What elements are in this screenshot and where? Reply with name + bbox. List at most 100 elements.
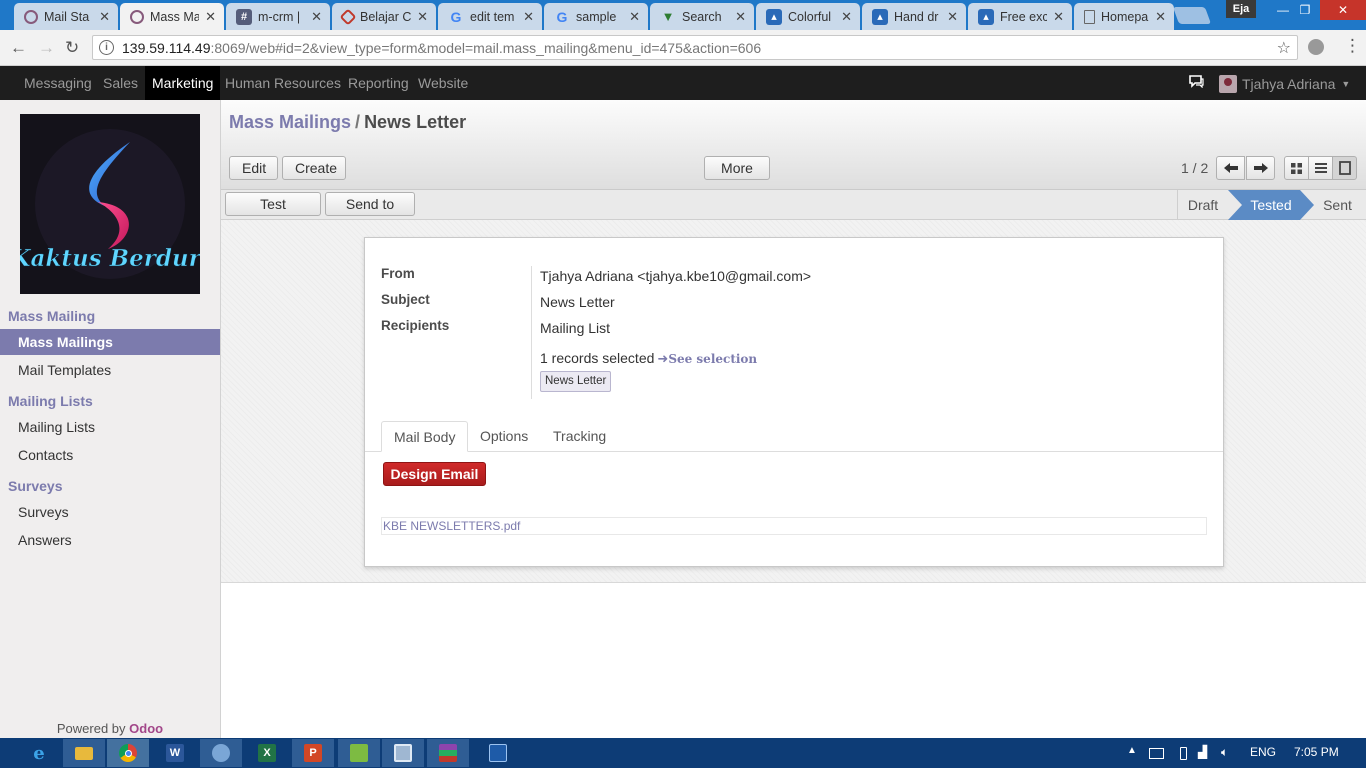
extension-icon[interactable]: [1308, 39, 1324, 55]
list-view-button[interactable]: [1308, 156, 1333, 180]
edit-button[interactable]: Edit: [229, 156, 278, 180]
browser-tab[interactable]: G sample ✕: [544, 3, 648, 30]
close-tab-icon[interactable]: ✕: [99, 9, 110, 25]
back-icon[interactable]: ←: [10, 38, 27, 58]
arrow-right-icon: ➜: [657, 351, 669, 366]
mailing-list-tag[interactable]: News Letter: [540, 371, 612, 392]
ie-icon[interactable]: e: [18, 739, 60, 767]
see-selection-link[interactable]: See selection: [668, 352, 757, 366]
volume-icon[interactable]: 🔈︎: [1221, 745, 1228, 760]
kanban-view-button[interactable]: [1284, 156, 1309, 180]
form-view-button[interactable]: [1332, 156, 1357, 180]
new-tab-button[interactable]: [1172, 7, 1212, 24]
tab-tracking[interactable]: Tracking: [541, 421, 618, 452]
browser-tab[interactable]: G edit tem ✕: [438, 3, 542, 30]
chevron-up-icon[interactable]: ▲: [1127, 745, 1137, 756]
word-icon[interactable]: W: [154, 739, 196, 767]
stage-tested[interactable]: Tested: [1242, 190, 1300, 220]
chat-icon[interactable]: [1189, 75, 1204, 88]
main-content: Mass Mailings / News Letter Edit Create Mo…: [221, 100, 1366, 738]
close-tab-icon[interactable]: ✕: [1053, 9, 1064, 25]
browser-tab-strip: Mail Sta ✕ Mass Ma ✕ # m-crm | ✕ Belajar C ✕…: [0, 0, 1366, 30]
window-icon[interactable]: [382, 739, 424, 767]
google-icon: G: [450, 8, 462, 25]
keyboard-icon[interactable]: [1149, 748, 1164, 759]
photos-icon[interactable]: [338, 739, 380, 767]
excel-icon[interactable]: X: [246, 739, 288, 767]
close-tab-icon[interactable]: ✕: [1155, 9, 1166, 25]
stage-sent[interactable]: Sent: [1315, 190, 1360, 220]
menu-human-resources[interactable]: Human Resources: [218, 66, 348, 100]
create-button[interactable]: Create: [282, 156, 346, 180]
tab-mail-body[interactable]: Mail Body: [381, 421, 469, 452]
battery-icon[interactable]: [1180, 747, 1187, 760]
sidebar-item-mass-mailings[interactable]: Mass Mailings: [0, 329, 220, 355]
attachment-link[interactable]: KBE NEWSLETTERS.pdf: [381, 517, 1207, 535]
menu-reporting[interactable]: Reporting: [341, 66, 416, 100]
close-tab-icon[interactable]: ✕: [417, 9, 428, 25]
window-close-icon[interactable]: ✕: [1320, 0, 1366, 20]
app-icon[interactable]: [477, 739, 519, 767]
odoo-icon: [130, 9, 144, 24]
browser-tab[interactable]: ▴ Colorful ✕: [756, 3, 860, 30]
clock[interactable]: 7:05 PM: [1294, 745, 1339, 759]
tab-options[interactable]: Options: [468, 421, 540, 452]
odoo-link[interactable]: Odoo: [129, 721, 163, 736]
sidebar-item-answers[interactable]: Answers: [0, 527, 220, 553]
google-icon: G: [556, 8, 568, 25]
design-email-button[interactable]: Design Email: [383, 462, 486, 486]
close-tab-icon[interactable]: ✕: [735, 9, 746, 25]
chrome-menu-icon[interactable]: ⋮: [1344, 36, 1361, 56]
sidebar-item-surveys[interactable]: Surveys: [0, 499, 220, 525]
more-button[interactable]: More ▼: [704, 156, 770, 197]
send-to-all-button[interactable]: Send to All: [325, 192, 415, 234]
forward-icon[interactable]: →: [38, 38, 55, 58]
close-tab-icon[interactable]: ✕: [205, 9, 216, 25]
close-tab-icon[interactable]: ✕: [947, 9, 958, 25]
restore-icon[interactable]: ❐: [1288, 0, 1322, 20]
browser-tab[interactable]: Belajar C ✕: [332, 3, 436, 30]
close-tab-icon[interactable]: ✕: [523, 9, 534, 25]
test-mailing-button[interactable]: Test Mailing: [225, 192, 321, 234]
from-field: Tjahya Adriana <tjahya.kbe10@gmail.com>: [540, 268, 812, 284]
bookmark-star-icon[interactable]: ☆: [1277, 38, 1291, 58]
language-indicator[interactable]: ENG: [1250, 745, 1276, 759]
file-explorer-icon[interactable]: [63, 739, 105, 767]
menu-sales[interactable]: Sales: [96, 66, 145, 100]
browser-tab[interactable]: ▴ Free exc ✕: [968, 3, 1072, 30]
sidebar-item-mailing-lists[interactable]: Mailing Lists: [0, 414, 220, 440]
pager-previous-button[interactable]: [1216, 156, 1245, 180]
sidebar-item-contacts[interactable]: Contacts: [0, 442, 220, 468]
menu-website[interactable]: Website: [411, 66, 475, 100]
powerpoint-icon[interactable]: P: [292, 739, 334, 767]
sidebar-item-mail-templates[interactable]: Mail Templates: [0, 357, 220, 383]
winrar-icon[interactable]: [427, 739, 469, 767]
browser-tab[interactable]: Homepa ✕: [1074, 3, 1174, 30]
browser-tab[interactable]: ▼ Search ✕: [650, 3, 754, 30]
stage-draft[interactable]: Draft: [1178, 190, 1228, 220]
browser-tab[interactable]: ▴ Hand dr ✕: [862, 3, 966, 30]
menu-messaging[interactable]: Messaging: [17, 66, 99, 100]
close-tab-icon[interactable]: ✕: [311, 9, 322, 25]
close-tab-icon[interactable]: ✕: [629, 9, 640, 25]
info-icon[interactable]: i: [99, 40, 114, 55]
from-label: From: [381, 266, 415, 281]
menu-marketing[interactable]: Marketing: [145, 66, 221, 100]
paint-icon[interactable]: [200, 739, 242, 767]
pager-value: 1 / 2: [1181, 160, 1209, 176]
browser-tab-active[interactable]: Mass Ma ✕: [120, 3, 224, 30]
user-menu[interactable]: Tjahya Adriana ▼: [1219, 75, 1350, 93]
pager-next-button[interactable]: [1246, 156, 1275, 180]
browser-tab[interactable]: # m-crm | ✕: [226, 3, 330, 30]
network-icon[interactable]: ▟: [1198, 745, 1207, 759]
main-menu: Messaging Sales Marketing Human Resource…: [0, 66, 1366, 100]
breadcrumb-parent[interactable]: Mass Mailings: [229, 112, 351, 132]
profile-button[interactable]: Eja: [1226, 0, 1256, 18]
reload-icon[interactable]: ↻: [65, 38, 79, 58]
section-mailing-lists: Mailing Lists: [8, 393, 93, 409]
form-sheet: From Tjahya Adriana <tjahya.kbe10@gmail.…: [364, 237, 1224, 567]
browser-tab[interactable]: Mail Sta ✕: [14, 3, 118, 30]
close-tab-icon[interactable]: ✕: [841, 9, 852, 25]
chrome-icon[interactable]: [107, 739, 149, 767]
url-input[interactable]: i 139.59.114.49:8069/web#id=2&view_type=…: [92, 35, 1298, 60]
